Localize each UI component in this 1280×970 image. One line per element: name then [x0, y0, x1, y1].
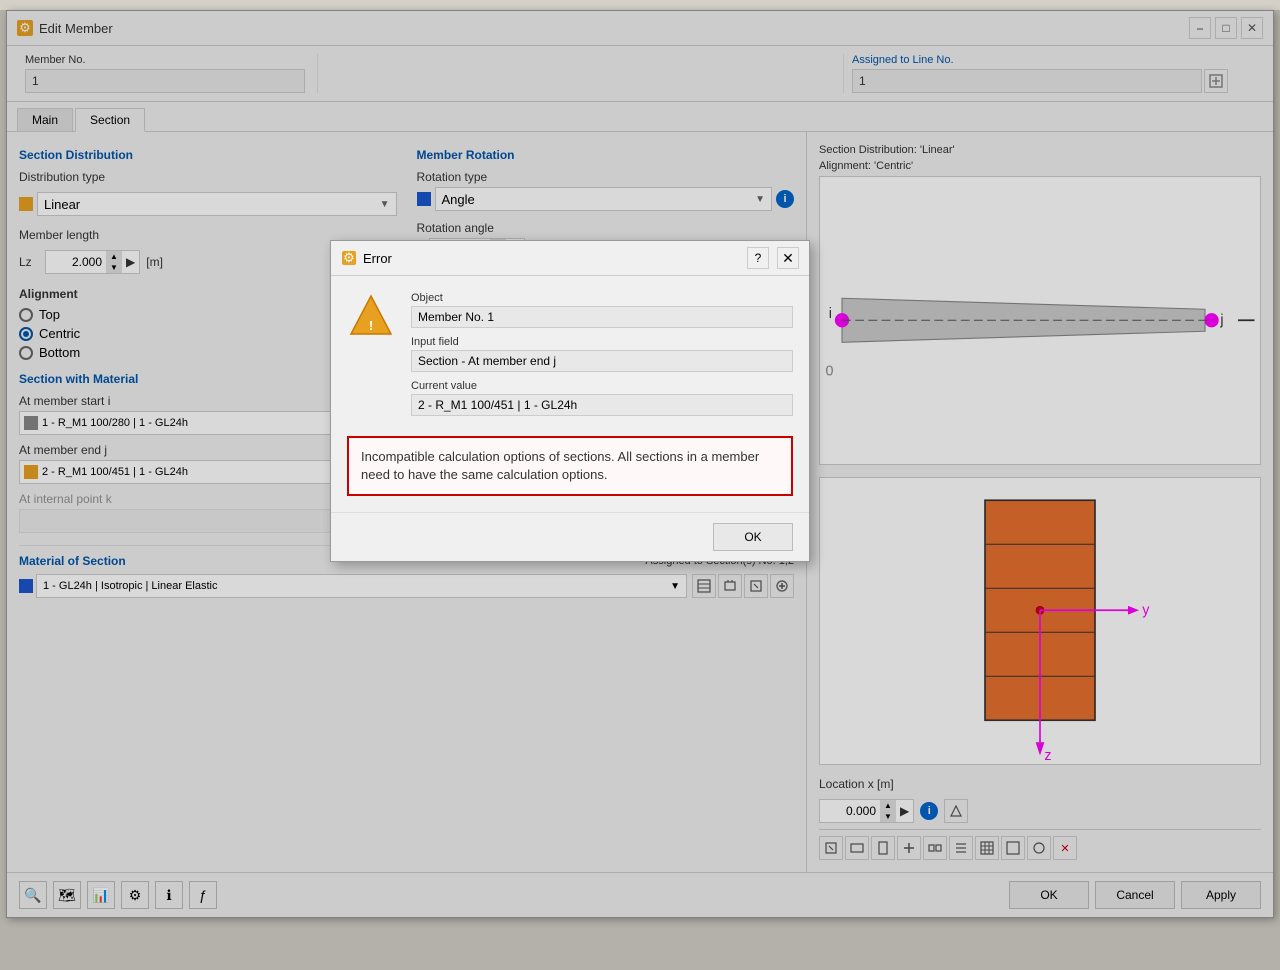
dialog-overlay: ⚙ Error ? ✕ ! [0, 10, 1280, 970]
dialog-ok-button[interactable]: OK [713, 523, 793, 551]
object-field: Object Member No. 1 [411, 292, 793, 328]
warning-icon: ! [347, 292, 395, 340]
svg-text:!: ! [369, 318, 373, 333]
error-message-text: Incompatible calculation options of sect… [361, 449, 759, 482]
dialog-app-icon: ⚙ [341, 250, 357, 266]
dialog-controls: ? ✕ [747, 247, 799, 269]
dialog-help-btn[interactable]: ? [747, 247, 769, 269]
dialog-fields: Object Member No. 1 Input field Section … [411, 292, 793, 424]
svg-text:⚙: ⚙ [343, 250, 355, 265]
dialog-close-btn[interactable]: ✕ [777, 247, 799, 269]
dialog-footer: OK [331, 512, 809, 561]
dialog-top: ! Object Member No. 1 Input field Sectio… [347, 292, 793, 424]
error-message-box: Incompatible calculation options of sect… [347, 436, 793, 496]
dialog-title-text: Error [363, 251, 392, 266]
dialog-titlebar: ⚙ Error ? ✕ [331, 241, 809, 276]
input-field-group: Input field Section - At member end j [411, 336, 793, 372]
error-dialog: ⚙ Error ? ✕ ! [330, 240, 810, 562]
current-value-group: Current value 2 - R_M1 100/451 | 1 - GL2… [411, 380, 793, 416]
current-value-value: 2 - R_M1 100/451 | 1 - GL24h [411, 394, 793, 416]
object-value: Member No. 1 [411, 306, 793, 328]
input-field-label: Input field [411, 336, 793, 348]
dialog-content: ! Object Member No. 1 Input field Sectio… [331, 276, 809, 512]
current-value-label: Current value [411, 380, 793, 392]
input-field-value: Section - At member end j [411, 350, 793, 372]
dialog-title-left: ⚙ Error [341, 250, 392, 266]
object-label: Object [411, 292, 793, 304]
